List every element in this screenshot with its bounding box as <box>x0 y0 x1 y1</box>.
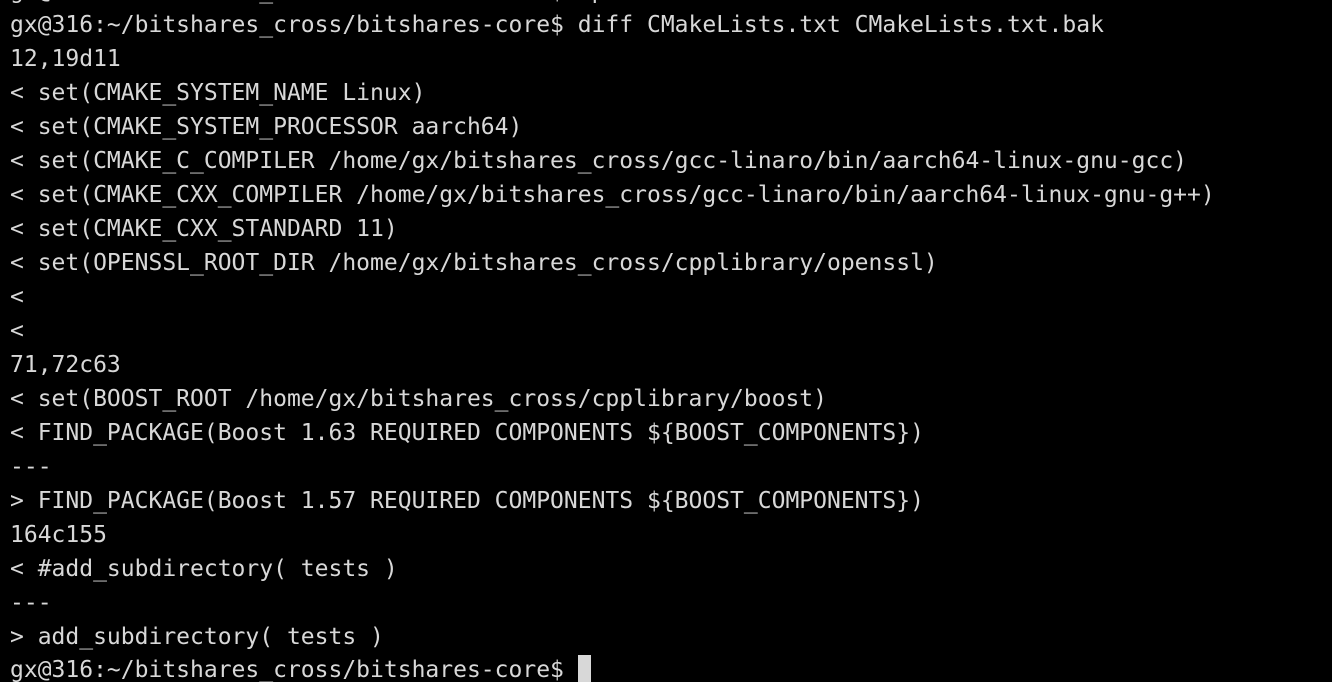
terminal-line: < set(CMAKE_SYSTEM_NAME Linux) <box>10 80 426 106</box>
terminal-line: > add_subdirectory( tests ) <box>10 624 384 650</box>
terminal-line: --- <box>10 590 52 616</box>
terminal-line: < set(CMAKE_C_COMPILER /home/gx/bitshare… <box>10 148 1188 174</box>
terminal-line: < set(CMAKE_CXX_STANDARD 11) <box>10 216 398 242</box>
terminal-line: < FIND_PACKAGE(Boost 1.63 REQUIRED COMPO… <box>10 420 924 446</box>
terminal-line: < set(OPENSSL_ROOT_DIR /home/gx/bitshare… <box>10 250 938 276</box>
terminal-line: 164c155 <box>10 522 107 548</box>
terminal-line: < set(CMAKE_SYSTEM_PROCESSOR aarch64) <box>10 114 523 140</box>
terminal-line: < <box>10 284 24 310</box>
terminal-line: < set(CMAKE_CXX_COMPILER /home/gx/bitsha… <box>10 182 1215 208</box>
text-cursor <box>577 655 591 682</box>
terminal-window[interactable]: gx@316:~/bitshares_cross/bitshares-core$… <box>0 0 1332 682</box>
terminal-prompt-line[interactable]: gx@316:~/bitshares_cross/bitshares-core$ <box>10 653 591 682</box>
terminal-line: > FIND_PACKAGE(Boost 1.57 REQUIRED COMPO… <box>10 488 924 514</box>
terminal-line: < set(BOOST_ROOT /home/gx/bitshares_cros… <box>10 386 827 412</box>
terminal-line: 12,19d11 <box>10 46 121 72</box>
terminal-line: 71,72c63 <box>10 352 121 378</box>
terminal-line: < <box>10 318 24 344</box>
shell-prompt: gx@316:~/bitshares_cross/bitshares-core$ <box>10 657 564 682</box>
terminal-line: --- <box>10 454 52 480</box>
terminal-line: gx@316:~/bitshares_cross/bitshares-core$… <box>10 12 1104 38</box>
terminal-line: < #add_subdirectory( tests ) <box>10 556 398 582</box>
terminal-clipped-line: gx@316:~/bitshares_cross/bitshares-core$… <box>10 0 1076 8</box>
